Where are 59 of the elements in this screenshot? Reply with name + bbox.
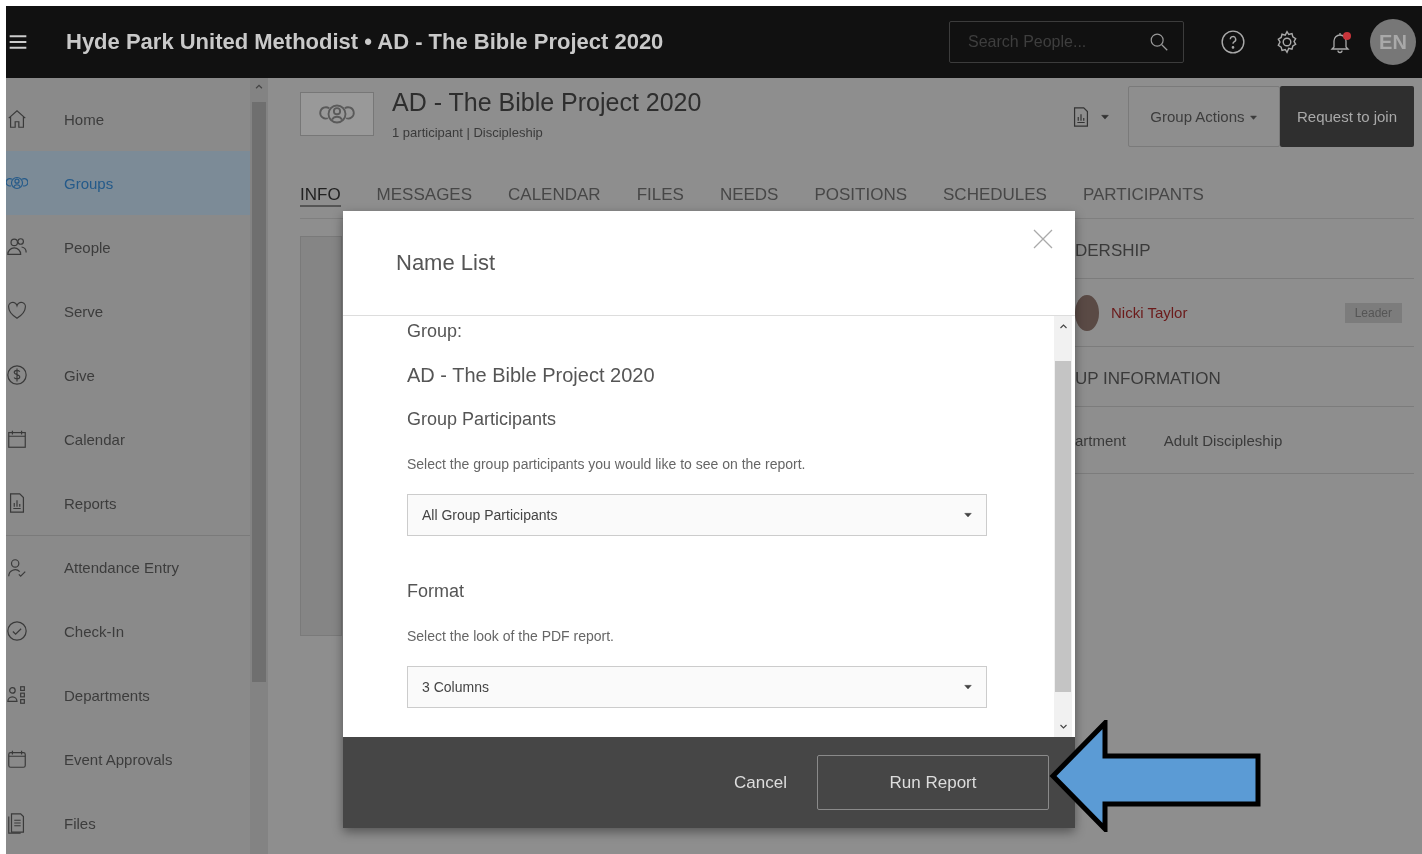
heart-icon xyxy=(6,300,28,322)
tab[interactable]: CALENDAR xyxy=(508,185,601,207)
caret-down-icon xyxy=(964,511,972,519)
calendar-icon xyxy=(6,428,28,450)
select-dropdown[interactable]: All Group Participants xyxy=(407,494,987,536)
info-label: artment xyxy=(1075,431,1126,449)
dialog-title: Name List xyxy=(396,250,496,276)
dollar-icon xyxy=(6,364,28,386)
people-icon xyxy=(6,236,28,258)
check-circle-icon xyxy=(6,620,28,642)
tab[interactable]: FILES xyxy=(636,185,684,207)
cancel-button[interactable]: Cancel xyxy=(728,766,793,799)
tab[interactable]: MESSAGES xyxy=(376,185,473,207)
sidebar-item[interactable]: Check-In xyxy=(6,599,250,663)
scroll-down-icon[interactable] xyxy=(1058,722,1068,731)
section-heading: Group Participants xyxy=(407,409,558,430)
tab[interactable]: POSITIONS xyxy=(814,185,908,207)
info-value: Adult Discipleship xyxy=(1163,431,1283,449)
select-dropdown[interactable]: 3 Columns xyxy=(407,666,987,708)
run-report-button[interactable]: Run Report xyxy=(817,755,1049,810)
leader-photo-placeholder xyxy=(1075,294,1099,331)
settings-icon[interactable] xyxy=(1274,29,1300,55)
sidebar-item[interactable]: Calendar xyxy=(6,407,250,471)
scroll-up-icon[interactable] xyxy=(1058,322,1068,331)
sidebar-item[interactable]: Groups xyxy=(6,151,250,215)
leader-name-link[interactable]: Nicki Taylor xyxy=(1111,304,1188,321)
caret-down-icon xyxy=(1248,113,1258,122)
sidebar-item[interactable]: Home xyxy=(6,87,250,151)
hint-text: Select the group participants you would like to see on the report. xyxy=(407,456,807,472)
sidebar-item[interactable]: People xyxy=(6,215,250,279)
search-icon[interactable] xyxy=(1148,31,1170,53)
tab[interactable]: INFO xyxy=(300,185,341,207)
event-calendar-icon xyxy=(6,748,28,770)
field-label: Group: xyxy=(407,321,464,342)
person-check-icon xyxy=(6,556,28,579)
tab[interactable]: PARTICIPANTS xyxy=(1082,185,1204,207)
help-icon[interactable] xyxy=(1220,29,1246,55)
sidebar-item[interactable]: Files xyxy=(6,791,250,854)
tab[interactable]: SCHEDULES xyxy=(943,185,1047,207)
request-to-join-button[interactable]: Request to join xyxy=(1280,86,1414,147)
group-name-text: AD - The Bible Project 2020 xyxy=(407,364,656,387)
page-title: Hyde Park United Methodist • AD - The Bible Project 2020 xyxy=(66,29,664,55)
sidebar-item[interactable]: Give xyxy=(6,343,250,407)
sidebar-item[interactable]: Event Approvals xyxy=(6,727,250,791)
tab[interactable]: NEEDS xyxy=(719,185,779,207)
sidebar-item[interactable]: Reports xyxy=(6,471,250,535)
departments-icon xyxy=(6,684,28,706)
home-icon xyxy=(6,108,28,130)
sidebar-item[interactable]: Departments xyxy=(6,663,250,727)
hint-text: Select the look of the PDF report. xyxy=(407,628,615,644)
notification-bell-icon[interactable] xyxy=(1328,30,1352,54)
section-heading: Format xyxy=(407,581,465,602)
caret-down-icon xyxy=(964,683,972,691)
sidebar-item[interactable]: Serve xyxy=(6,279,250,343)
group-title: AD - The Bible Project 2020 xyxy=(392,88,702,117)
scrollbar-thumb[interactable] xyxy=(1055,361,1071,692)
group-subtitle: 1 participant | Discipleship xyxy=(392,125,544,140)
group-actions-button[interactable]: Group Actions xyxy=(1128,86,1280,147)
menu-icon[interactable] xyxy=(8,32,28,52)
